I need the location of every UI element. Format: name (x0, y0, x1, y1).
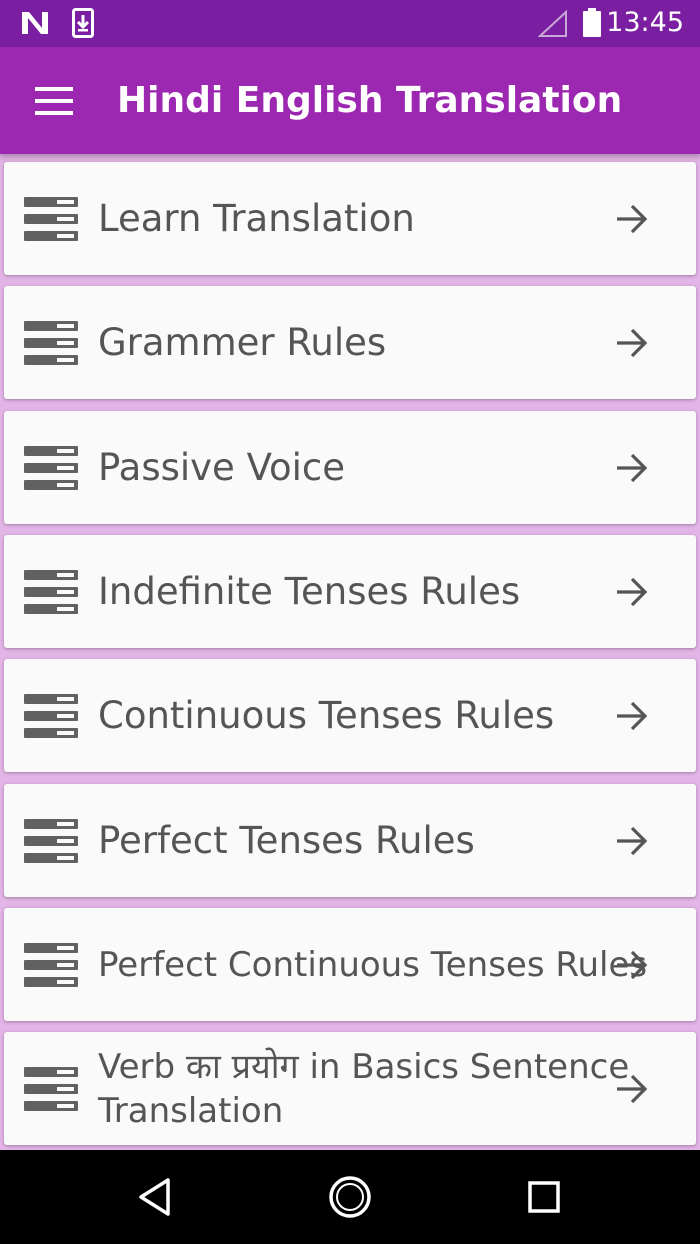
list-icon (24, 818, 78, 863)
app-bar: Hindi English Translation (0, 47, 700, 154)
arrow-right-icon[interactable] (614, 450, 650, 486)
navigation-bar (0, 1150, 700, 1244)
menu-list: Learn Translation Grammer Rules Passive (0, 154, 700, 1150)
battery-icon (583, 8, 601, 37)
list-item-continuous-tenses-rules[interactable]: Continuous Tenses Rules (4, 659, 696, 772)
arrow-right-icon[interactable] (614, 201, 650, 237)
list-icon (24, 693, 78, 738)
list-icon (24, 1066, 78, 1111)
list-item-label: Continuous Tenses Rules (98, 693, 555, 737)
arrow-right-icon[interactable] (614, 1071, 650, 1107)
arrow-right-icon[interactable] (614, 574, 650, 610)
arrow-right-icon[interactable] (614, 947, 650, 983)
signal-icon (538, 10, 567, 37)
status-time: 13:45 (606, 7, 684, 38)
app-title: Hindi English Translation (117, 80, 623, 121)
list-item-verb-ka-prayog[interactable]: Verb का प्रयोग in Basics Sentence Transl… (4, 1032, 696, 1145)
list-item-learn-translation[interactable]: Learn Translation (4, 162, 696, 275)
notification-n-icon (22, 12, 48, 34)
arrow-right-icon[interactable] (614, 823, 650, 859)
list-item-passive-voice[interactable]: Passive Voice (4, 411, 696, 524)
list-icon (24, 569, 78, 614)
list-item-label: Indefinite Tenses Rules (98, 569, 521, 613)
list-item-label: Perfect Tenses Rules (98, 818, 475, 862)
list-item-label: Learn Translation (98, 196, 415, 240)
list-item-label: Passive Voice (98, 445, 346, 489)
list-item-indefinite-tenses-rules[interactable]: Indefinite Tenses Rules (4, 535, 696, 648)
status-bar: 13:45 (0, 0, 700, 47)
list-item-label: Grammer Rules (98, 320, 387, 364)
list-icon (24, 320, 78, 365)
arrow-right-icon[interactable] (614, 325, 650, 361)
arrow-right-icon[interactable] (614, 698, 650, 734)
back-triangle-icon[interactable] (133, 1174, 179, 1220)
list-item-label: Perfect Continuous Tenses Rules (98, 944, 648, 985)
list-icon (24, 196, 78, 241)
recents-square-icon[interactable] (521, 1174, 567, 1220)
list-icon (24, 445, 78, 490)
list-item-perfect-continuous-tenses-rules[interactable]: Perfect Continuous Tenses Rules (4, 908, 696, 1021)
list-item-grammer-rules[interactable]: Grammer Rules (4, 286, 696, 399)
download-notification-icon (72, 8, 94, 38)
list-item-label: Verb का प्रयोग in Basics Sentence Transl… (98, 1046, 630, 1131)
home-circle-icon[interactable] (327, 1174, 373, 1220)
list-item-perfect-tenses-rules[interactable]: Perfect Tenses Rules (4, 784, 696, 897)
list-icon (24, 942, 78, 987)
hamburger-menu-icon[interactable] (30, 81, 78, 121)
